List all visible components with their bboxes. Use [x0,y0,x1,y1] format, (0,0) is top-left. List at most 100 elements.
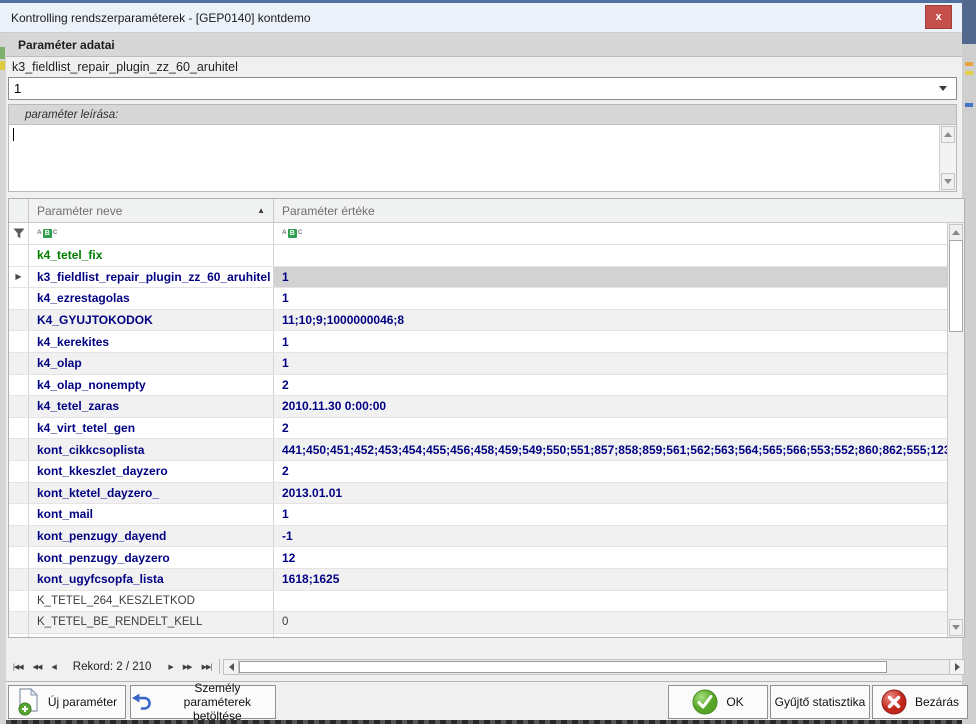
cell-parameter-value[interactable] [274,245,947,266]
filter-input-name[interactable]: A B C [29,223,274,244]
new-parameter-button[interactable]: Új paraméter [8,685,126,719]
cell-parameter-value[interactable]: -1 [274,526,947,547]
table-row[interactable]: K_TETEL_BE_RENDELT_KELL 0 [9,612,947,634]
parameter-value-combobox[interactable]: 1 [8,77,957,100]
table-row[interactable]: kont_cikkcsoplista 441;450;451;452;453;4… [9,439,947,461]
table-row[interactable]: k4_virt_tetel_gen 2 [9,418,947,440]
table-row[interactable]: kont_ugyfcsopfa_lista 1618;1625 [9,569,947,591]
ok-button[interactable]: OK [668,685,768,719]
cell-parameter-name[interactable]: kont_penzugy_dayzero [29,547,274,568]
table-row[interactable]: kont_penzugy_dayend -1 [9,526,947,548]
sort-ascending-icon[interactable]: ▲ [257,206,265,215]
cell-parameter-name[interactable]: K_TETEL_BE_RENDELT_KELL [29,612,274,633]
load-arrow-icon [131,693,152,711]
table-row[interactable]: K_TETEL_264_KESZLETKOD [9,591,947,613]
scroll-up-button[interactable] [941,126,955,143]
cell-parameter-name[interactable]: k4_tetel_zaras [29,396,274,417]
table-row[interactable]: K_UGYFCSOP_Z [9,634,947,637]
cell-parameter-value[interactable]: 1 [274,331,947,352]
cell-parameter-name[interactable]: k4_kerekites [29,331,274,352]
cell-parameter-value[interactable]: 2010.11.30 0:00:00 [274,396,947,417]
cell-parameter-value[interactable]: 2 [274,375,947,396]
nav-next-page-button[interactable]: ▶▶ [178,663,197,671]
ok-check-icon [692,689,718,715]
scroll-down-button[interactable] [941,173,955,190]
nav-prev-page-button[interactable]: ◀◀ [28,663,47,671]
cell-parameter-value[interactable]: 1 [274,267,947,288]
cell-parameter-name[interactable]: k3_fieldlist_repair_plugin_zz_60_aruhite… [29,267,274,288]
column-header-parameter-name[interactable]: Paraméter neve ▲ [29,199,274,222]
table-row[interactable]: kont_ktetel_dayzero_ 2013.01.01 [9,483,947,505]
cell-parameter-name[interactable]: kont_mail [29,504,274,525]
scrollbar-thumb[interactable] [949,240,963,332]
cell-parameter-value[interactable] [274,591,947,612]
cell-parameter-value[interactable] [274,634,947,637]
background-window-left-edge [0,33,6,724]
cell-parameter-value[interactable]: 11;10;9;1000000046;8 [274,310,947,331]
cell-parameter-name[interactable]: kont_cikkcsoplista [29,439,274,460]
table-row[interactable]: k4_tetel_fix [9,245,947,267]
cell-parameter-name[interactable]: K_UGYFCSOP_Z [29,634,274,637]
record-navigator: |◀◀ ◀◀ ◀ Rekord: 2 / 210 ▶ ▶▶ ▶▶| [8,658,965,675]
titlebar[interactable]: Kontrolling rendszerparaméterek - [GEP01… [0,3,962,33]
table-row[interactable]: kont_kkeszlet_dayzero 2 [9,461,947,483]
table-row[interactable]: k4_olap 1 [9,353,947,375]
table-row[interactable]: k4_ezrestagolas 1 [9,288,947,310]
cell-parameter-value[interactable]: 2 [274,461,947,482]
load-person-parameters-button[interactable]: Személy paraméterek betöltése [130,685,276,719]
table-row[interactable]: k4_tetel_zaras 2010.11.30 0:00:00 [9,396,947,418]
description-textarea[interactable] [9,125,939,191]
table-row[interactable]: k3_fieldlist_repair_plugin_zz_60_aruhite… [9,267,947,289]
nav-prev-button[interactable]: ◀ [46,663,60,671]
cell-parameter-value[interactable]: 1 [274,288,947,309]
cell-parameter-name[interactable]: k4_tetel_fix [29,245,274,266]
app-window: Kontrolling rendszerparaméterek - [GEP01… [0,0,976,724]
cell-parameter-name[interactable]: kont_kkeszlet_dayzero [29,461,274,482]
cell-parameter-name[interactable]: k4_ezrestagolas [29,288,274,309]
scroll-down-button[interactable] [949,619,963,636]
new-document-icon [17,688,40,716]
cell-parameter-name[interactable]: kont_penzugy_dayend [29,526,274,547]
close-button[interactable]: x [925,5,952,29]
cell-parameter-name[interactable]: kont_ktetel_dayzero_ [29,483,274,504]
scroll-left-button[interactable] [224,660,239,674]
cell-parameter-name[interactable]: K_TETEL_264_KESZLETKOD [29,591,274,612]
button-panel: Új paraméter Személy paraméterek betölté… [6,681,962,720]
nav-last-button[interactable]: ▶▶| [197,663,217,671]
table-row[interactable]: K4_GYUJTOKODOK 11;10;9;1000000046;8 [9,310,947,332]
cell-parameter-value[interactable]: 1 [274,353,947,374]
cell-parameter-value[interactable]: 2013.01.01 [274,483,947,504]
cell-parameter-value[interactable]: 1618;1625 [274,569,947,590]
scrollbar-thumb[interactable] [239,661,887,673]
description-vertical-scrollbar[interactable] [939,125,956,191]
cell-parameter-value[interactable]: 1 [274,504,947,525]
filter-funnel-cell[interactable] [9,223,29,244]
table-row[interactable]: kont_mail 1 [9,504,947,526]
cell-parameter-value[interactable]: 2 [274,418,947,439]
close-dialog-button[interactable]: Bezárás [872,685,968,719]
grid-vertical-scrollbar[interactable] [947,223,964,637]
cell-parameter-name[interactable]: k4_olap [29,353,274,374]
table-row[interactable]: kont_penzugy_dayzero 12 [9,547,947,569]
scroll-right-button[interactable] [949,660,964,674]
collector-statistics-button[interactable]: Gyűjtő statisztika [770,685,870,719]
combobox-value[interactable]: 1 [9,81,939,96]
cell-parameter-value[interactable]: 0 [274,612,947,633]
cell-parameter-value[interactable]: 12 [274,547,947,568]
column-header-parameter-value[interactable]: Paraméter értéke [274,199,964,222]
cell-parameter-name[interactable]: kont_ugyfcsopfa_lista [29,569,274,590]
grid-rows-viewport: k4_tetel_fix k3_fieldlist_repair_plugin_… [9,245,947,637]
scroll-up-button[interactable] [949,224,963,241]
nav-first-button[interactable]: |◀◀ [8,663,28,671]
table-row[interactable]: k4_kerekites 1 [9,331,947,353]
grid-horizontal-scrollbar[interactable] [223,659,965,675]
cell-parameter-name[interactable]: k4_virt_tetel_gen [29,418,274,439]
cell-parameter-name[interactable]: K4_GYUJTOKODOK [29,310,274,331]
chevron-down-icon[interactable] [939,86,947,91]
cell-parameter-name[interactable]: k4_olap_nonempty [29,375,274,396]
abc-letter-highlight: B [288,229,297,238]
nav-next-button[interactable]: ▶ [163,663,177,671]
filter-input-value[interactable]: A B C [274,223,947,244]
cell-parameter-value[interactable]: 441;450;451;452;453;454;455;456;458;459;… [274,439,947,460]
table-row[interactable]: k4_olap_nonempty 2 [9,375,947,397]
